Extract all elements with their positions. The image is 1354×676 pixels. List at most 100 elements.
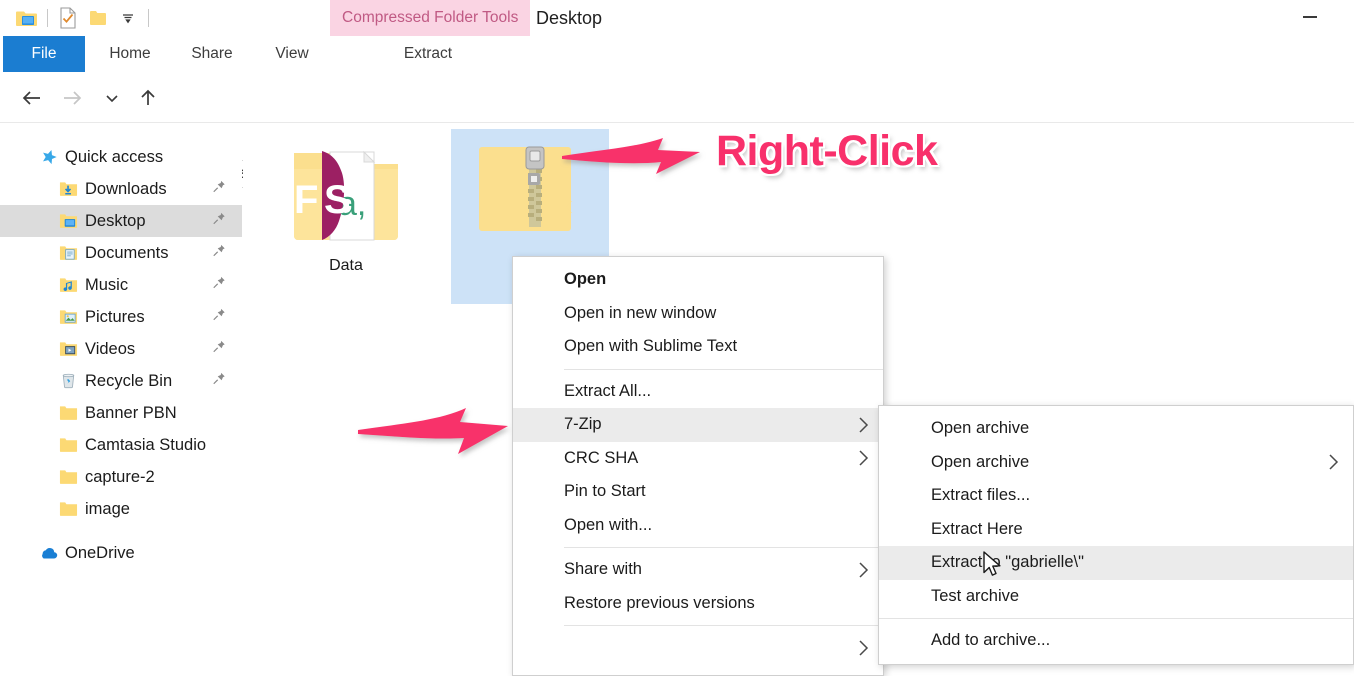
- menu-item-crc-sha[interactable]: CRC SHA: [513, 442, 883, 476]
- contextual-tab-compressed-folder-tools[interactable]: Compressed Folder Tools: [330, 0, 531, 36]
- menu-item-extract-all[interactable]: Extract All...: [513, 375, 883, 409]
- chevron-down-icon: [106, 95, 118, 103]
- menu-separator: [879, 618, 1353, 619]
- menu-item-open-with[interactable]: Open with...: [513, 509, 883, 543]
- menu-item-restore-previous-versions[interactable]: Restore previous versions: [513, 587, 883, 621]
- menu-item-label: Open with...: [564, 515, 653, 534]
- new-folder-icon[interactable]: [83, 3, 113, 33]
- sidebar-item-recycle-bin[interactable]: Recycle Bin: [0, 365, 242, 397]
- chevron-right-icon: [857, 561, 869, 579]
- music-folder-icon: [58, 275, 78, 295]
- sidebar-item-pictures[interactable]: Pictures: [0, 301, 242, 333]
- quick-access-toolbar: [12, 0, 154, 36]
- menu-item-label: Add to archive...: [931, 631, 1051, 650]
- menu-item-open-archive[interactable]: Open archive: [879, 412, 1353, 446]
- menu-item-label: Extract files...: [931, 486, 1031, 505]
- svg-text:S: S: [324, 178, 351, 222]
- pin-icon[interactable]: [212, 340, 226, 359]
- tab-extract[interactable]: Extract: [330, 36, 526, 72]
- folder-icon: [58, 467, 78, 487]
- pin-icon[interactable]: [212, 276, 226, 295]
- tab-home[interactable]: Home: [93, 36, 167, 72]
- recycle-bin-icon: [58, 371, 78, 391]
- menu-item-label: Open in new window: [564, 303, 717, 322]
- sidebar-item-videos[interactable]: Videos: [0, 333, 242, 365]
- qat-separator-1: [47, 9, 48, 27]
- sidebar-item-image[interactable]: image: [0, 493, 242, 525]
- sidebar-item-quick-access[interactable]: Quick access: [0, 141, 242, 173]
- svg-text:F: F: [294, 178, 318, 222]
- tab-file[interactable]: File: [3, 36, 85, 72]
- downloads-folder-icon: [58, 179, 78, 199]
- menu-item-share-with[interactable]: Share with: [513, 553, 883, 587]
- minimize-button[interactable]: [1288, 0, 1332, 34]
- chevron-right-icon: [857, 449, 869, 467]
- menu-item-test-archive[interactable]: Test archive: [879, 580, 1353, 614]
- sidebar-item-onedrive[interactable]: OneDrive: [0, 537, 242, 569]
- context-menu[interactable]: Open Open in new window Open with Sublim…: [512, 256, 884, 676]
- sidebar-item-desktop[interactable]: Desktop: [0, 205, 242, 237]
- menu-item-label: Extract to "gabrielle\": [931, 553, 1084, 572]
- sidebar-item-camtasia-studio[interactable]: Camtasia Studio: [0, 429, 242, 461]
- pin-icon[interactable]: [212, 308, 226, 327]
- menu-item-pin-to-start[interactable]: Pin to Start: [513, 475, 883, 509]
- menu-item-label: Pin to Start: [564, 482, 646, 501]
- pin-icon[interactable]: [212, 212, 226, 231]
- menu-item-open[interactable]: Open: [513, 263, 883, 297]
- menu-item-label: Open: [564, 270, 607, 289]
- sidebar-item-capture-2[interactable]: capture-2: [0, 461, 242, 493]
- sidebar-item-label: Downloads: [85, 179, 167, 198]
- up-button[interactable]: [134, 84, 162, 112]
- file-item-data[interactable]: a, S F Data: [267, 129, 425, 304]
- qat-separator-2: [148, 9, 149, 27]
- properties-icon[interactable]: [53, 3, 83, 33]
- tab-view[interactable]: View: [257, 36, 327, 72]
- folder-icon: [58, 435, 78, 455]
- sidebar-item-music[interactable]: Music: [0, 269, 242, 301]
- chevron-right-icon: [857, 416, 869, 434]
- sidebar-item-banner-pbn[interactable]: Banner PBN: [0, 397, 242, 429]
- menu-item-extract-files[interactable]: Extract files...: [879, 479, 1353, 513]
- menu-item-label: Extract All...: [564, 381, 652, 400]
- sidebar-item-label: Camtasia Studio: [85, 435, 207, 454]
- pin-icon[interactable]: [212, 180, 226, 199]
- sidebar-item-label: capture-2: [85, 467, 155, 486]
- menu-item-label: Test archive: [931, 586, 1020, 605]
- navigation-pane: Quick access Downloads Desktop Documents…: [0, 123, 242, 642]
- menu-item-extract-here[interactable]: Extract Here: [879, 513, 1353, 547]
- menu-item-open-in-new-window[interactable]: Open in new window: [513, 297, 883, 331]
- menu-item-7-zip[interactable]: 7-Zip: [513, 408, 883, 442]
- onedrive-icon: [38, 543, 58, 563]
- recent-locations-button[interactable]: [98, 84, 126, 112]
- menu-item-open-with-sublime-text[interactable]: Open with Sublime Text: [513, 330, 883, 364]
- menu-item-truncated[interactable]: [513, 631, 883, 665]
- arrow-up-icon: [141, 89, 155, 105]
- customize-dropdown-icon[interactable]: [113, 3, 143, 33]
- menu-item-label: Open archive: [931, 452, 1030, 471]
- back-button[interactable]: [18, 84, 46, 112]
- folder-with-document-icon: a, S F: [294, 150, 398, 241]
- sidebar-item-label: Pictures: [85, 307, 145, 326]
- explorer-icon[interactable]: [12, 3, 42, 33]
- tab-share[interactable]: Share: [177, 36, 247, 72]
- sidebar-item-downloads[interactable]: Downloads: [0, 173, 242, 205]
- sidebar-item-label: Documents: [85, 243, 169, 262]
- contextual-tab-strip: Compressed Folder Tools: [330, 0, 531, 36]
- sidebar-item-label: Recycle Bin: [85, 371, 173, 390]
- pin-icon[interactable]: [212, 372, 226, 391]
- videos-folder-icon: [58, 339, 78, 359]
- minimize-icon: [1303, 16, 1317, 18]
- sidebar-item-documents[interactable]: Documents: [0, 237, 242, 269]
- menu-item-add-to-archive[interactable]: Add to archive...: [879, 624, 1353, 658]
- chevron-right-icon: [857, 639, 869, 657]
- menu-separator: [564, 368, 883, 370]
- menu-item-open-archive-with[interactable]: Open archive: [879, 446, 1353, 480]
- context-submenu-7-zip[interactable]: Open archive Open archive Extract files.…: [878, 405, 1354, 665]
- sidebar-item-label: image: [85, 499, 130, 518]
- menu-item-label: Restore previous versions: [564, 593, 755, 612]
- documents-folder-icon: [58, 243, 78, 263]
- arrow-left-icon: [22, 91, 40, 105]
- menu-item-extract-to-folder[interactable]: Extract to "gabrielle\": [879, 546, 1353, 580]
- forward-button: [58, 84, 86, 112]
- pin-icon[interactable]: [212, 244, 226, 263]
